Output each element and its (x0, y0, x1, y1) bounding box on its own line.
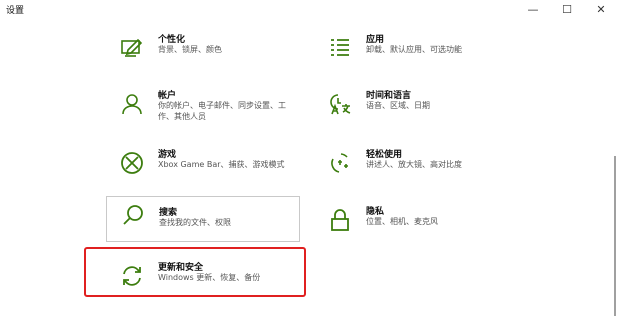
tile-apps[interactable]: 应用 卸载、默认应用、可选功能 (318, 30, 512, 76)
tile-description: 查找我的文件、权限 (159, 218, 231, 227)
tile-privacy[interactable]: 隐私 位置、相机、麦克风 (318, 202, 512, 248)
tile-gaming[interactable]: 游戏 Xbox Game Bar、捕获、游戏模式 (110, 145, 304, 191)
tile-search[interactable]: 搜索 查找我的文件、权限 (106, 196, 300, 242)
tile-description: 卸载、默认应用、可选功能 (366, 45, 462, 54)
tile-personalization[interactable]: 个性化 背景、锁屏、颜色 (110, 30, 304, 76)
update-security-icon (120, 264, 144, 288)
tile-description: 你的帐户、电子邮件、同步设置、工作、其他人员 (158, 101, 286, 121)
tile-time-language[interactable]: 时间和语言 语音、区域、日期 (318, 86, 512, 132)
scrollbar-thumb[interactable] (614, 156, 616, 316)
scrollbar[interactable] (610, 18, 620, 316)
tile-accounts[interactable]: 帐户 你的帐户、电子邮件、同步设置、工作、其他人员 (110, 86, 304, 132)
time-language-icon (328, 92, 352, 116)
tile-update-security[interactable]: 更新和安全 Windows 更新、恢复、备份 (110, 258, 304, 304)
personalization-icon (120, 36, 144, 60)
tile-description: 位置、相机、麦克风 (366, 217, 438, 226)
gaming-icon (120, 151, 144, 175)
search-icon (121, 203, 145, 227)
tile-description: Windows 更新、恢复、备份 (158, 273, 261, 282)
tile-description: Xbox Game Bar、捕获、游戏模式 (158, 160, 285, 169)
tile-description: 语音、区域、日期 (366, 101, 430, 110)
tile-description: 讲述人、放大镜、高对比度 (366, 160, 462, 169)
apps-icon (328, 36, 352, 60)
maximize-button[interactable]: ☐ (550, 0, 584, 18)
minimize-button[interactable]: — (516, 0, 550, 18)
window-title: 设置 (6, 6, 25, 16)
close-button[interactable]: ✕ (584, 0, 618, 18)
tile-description: 背景、锁屏、颜色 (158, 45, 222, 54)
privacy-lock-icon (328, 208, 352, 232)
ease-of-access-icon (328, 151, 352, 175)
tile-ease-of-access[interactable]: 轻松使用 讲述人、放大镜、高对比度 (318, 145, 512, 191)
accounts-icon (120, 92, 144, 116)
title-bar: 设置 — ☐ ✕ (0, 0, 620, 18)
